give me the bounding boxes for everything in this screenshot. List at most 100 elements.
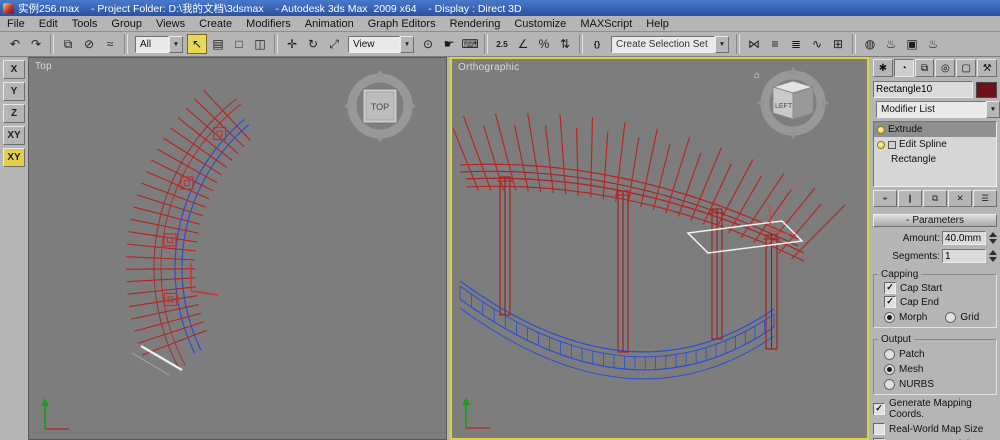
grid-radio[interactable] (945, 312, 957, 323)
menu-item-edit[interactable]: Edit (32, 18, 65, 30)
real-world-map-size-checkbox[interactable] (873, 423, 885, 435)
remove-modifier-button[interactable]: ✕ (948, 190, 972, 207)
rectangular-selection-region-button[interactable]: □ (229, 34, 249, 54)
mirror-button[interactable]: ⋈ (744, 34, 764, 54)
axis-constraint-z-button[interactable]: Z (3, 104, 25, 123)
tab-modify[interactable]: ◔ (893, 59, 914, 77)
object-name-field[interactable] (873, 81, 973, 98)
toolbar-separator (736, 34, 740, 54)
menu-item-views[interactable]: Views (149, 18, 192, 30)
select-and-rotate-button[interactable]: ↻ (303, 34, 323, 54)
chevron-down-icon[interactable]: ▼ (400, 35, 414, 53)
reference-coordinate-system-dropdown[interactable]: View ▼ (348, 35, 414, 53)
select-and-link-button[interactable]: ⧉ (58, 34, 78, 54)
select-object-button[interactable]: ↖ (187, 34, 207, 54)
render-setup-button[interactable]: ♨ (881, 34, 901, 54)
axis-constraint-xy-button[interactable]: XY (3, 126, 25, 145)
viewcube[interactable]: LEFT ⌂ (751, 65, 835, 148)
menu-item-graph-editors[interactable]: Graph Editors (361, 18, 443, 30)
viewport-top[interactable]: Top TOP (28, 57, 447, 440)
segments-spinner[interactable] (988, 250, 997, 262)
quick-render-button[interactable]: ♨ (923, 34, 943, 54)
morph-radio[interactable] (884, 312, 895, 323)
menu-item-modifiers[interactable]: Modifiers (239, 18, 298, 30)
show-end-result-button[interactable]: ∥ (898, 190, 922, 207)
viewport-orthographic[interactable]: Orthographic LEFT ⌂ (450, 57, 869, 440)
menu-item-group[interactable]: Group (104, 18, 149, 30)
tab-create[interactable]: ✱ (873, 59, 893, 77)
amount-spinner[interactable] (988, 232, 997, 244)
modifier-list-dropdown[interactable]: Modifier List ▼ (876, 101, 1000, 118)
menu-item-help[interactable]: Help (639, 18, 676, 30)
make-unique-button[interactable]: ⧉ (923, 190, 947, 207)
use-pivot-center-button[interactable]: ⊙ (418, 34, 438, 54)
select-and-move-button[interactable]: ✛ (282, 34, 302, 54)
menu-item-file[interactable]: File (0, 18, 32, 30)
axis-constraints-toolbar: X Y Z XY XY (0, 57, 28, 440)
unlink-selection-button[interactable]: ⊘ (79, 34, 99, 54)
chevron-down-icon[interactable]: ▼ (715, 35, 729, 53)
viewport-label[interactable]: Orthographic (458, 62, 519, 73)
menu-item-tools[interactable]: Tools (65, 18, 105, 30)
menu-item-maxscript[interactable]: MAXScript (573, 18, 639, 30)
menu-item-create[interactable]: Create (192, 18, 239, 30)
stack-item-extrude[interactable]: Extrude (874, 122, 996, 137)
schematic-view-button[interactable]: ⊞ (828, 34, 848, 54)
viewcube-face-label[interactable]: LEFT (775, 103, 793, 110)
window-crossing-toggle-button[interactable]: ◫ (250, 34, 270, 54)
cap-start-label: Cap Start (900, 282, 943, 294)
cap-end-checkbox[interactable]: ✓ (884, 296, 896, 308)
tab-display[interactable]: ▢ (956, 59, 977, 77)
chevron-down-icon[interactable]: ▼ (986, 101, 1000, 118)
stack-item-edit-spline[interactable]: Edit Spline (874, 137, 996, 152)
tab-hierarchy[interactable]: ⧉ (914, 59, 935, 77)
cap-start-checkbox[interactable]: ✓ (884, 282, 896, 294)
layer-manager-button[interactable]: ≣ (786, 34, 806, 54)
select-by-name-button[interactable]: ▤ (208, 34, 228, 54)
stack-item-rectangle[interactable]: Rectangle (874, 152, 996, 167)
lightbulb-icon[interactable] (877, 140, 885, 149)
configure-modifier-sets-button[interactable]: ☰ (973, 190, 997, 207)
rendered-frame-window-button[interactable]: ▣ (902, 34, 922, 54)
spinner-snap-toggle-button[interactable]: ⇅ (555, 34, 575, 54)
bind-to-space-warp-button[interactable]: ≈ (100, 34, 120, 54)
viewcube[interactable]: TOP (338, 68, 422, 151)
tab-motion[interactable]: ◎ (935, 59, 956, 77)
menu-item-animation[interactable]: Animation (298, 18, 361, 30)
align-button[interactable]: ≡ (765, 34, 785, 54)
viewcube-home-icon[interactable]: ⌂ (754, 70, 760, 81)
selection-filter-dropdown[interactable]: All ▼ (135, 35, 183, 53)
material-editor-button[interactable]: ◍ (860, 34, 880, 54)
keyboard-shortcut-override-button[interactable]: ⌨ (460, 34, 480, 54)
axis-constraint-y-button[interactable]: Y (3, 82, 25, 101)
generate-mapping-coords-checkbox[interactable]: ✓ (873, 403, 885, 415)
nurbs-radio[interactable] (884, 379, 895, 390)
viewport-label[interactable]: Top (35, 61, 52, 72)
chevron-down-icon[interactable]: ▼ (169, 35, 183, 53)
object-color-swatch[interactable] (976, 81, 997, 98)
angle-snap-toggle-button[interactable]: ∠ (513, 34, 533, 54)
undo-button[interactable]: ↶ (5, 34, 25, 54)
parameters-rollout-header[interactable]: - Parameters (873, 214, 997, 227)
mesh-radio[interactable] (884, 364, 895, 375)
named-selection-sets-dropdown[interactable]: Create Selection Set ▼ (611, 35, 729, 53)
menu-item-rendering[interactable]: Rendering (443, 18, 508, 30)
curve-editor-button[interactable]: ∿ (807, 34, 827, 54)
amount-field[interactable] (942, 231, 986, 245)
segments-field[interactable] (942, 249, 986, 263)
select-and-scale-button[interactable]: ⤢ (324, 34, 344, 54)
axis-constraint-x-button[interactable]: X (3, 60, 25, 79)
redo-button[interactable]: ↷ (26, 34, 46, 54)
lightbulb-icon[interactable] (877, 125, 885, 134)
select-and-manipulate-button[interactable]: ☛ (439, 34, 459, 54)
patch-radio[interactable] (884, 349, 895, 360)
axis-constraint-xy-flyout-button[interactable]: XY (3, 148, 25, 167)
tab-utilities[interactable]: ⚒ (977, 59, 997, 77)
toolbar-separator (50, 34, 54, 54)
edit-named-selection-sets-button[interactable]: {} (587, 34, 607, 54)
percent-snap-toggle-button[interactable]: % (534, 34, 554, 54)
menu-item-customize[interactable]: Customize (507, 18, 573, 30)
viewcube-face-label[interactable]: TOP (371, 102, 389, 112)
pin-stack-button[interactable]: ⌖ (873, 190, 897, 207)
snap-toggle-25-button[interactable]: 2.5 (492, 34, 512, 54)
